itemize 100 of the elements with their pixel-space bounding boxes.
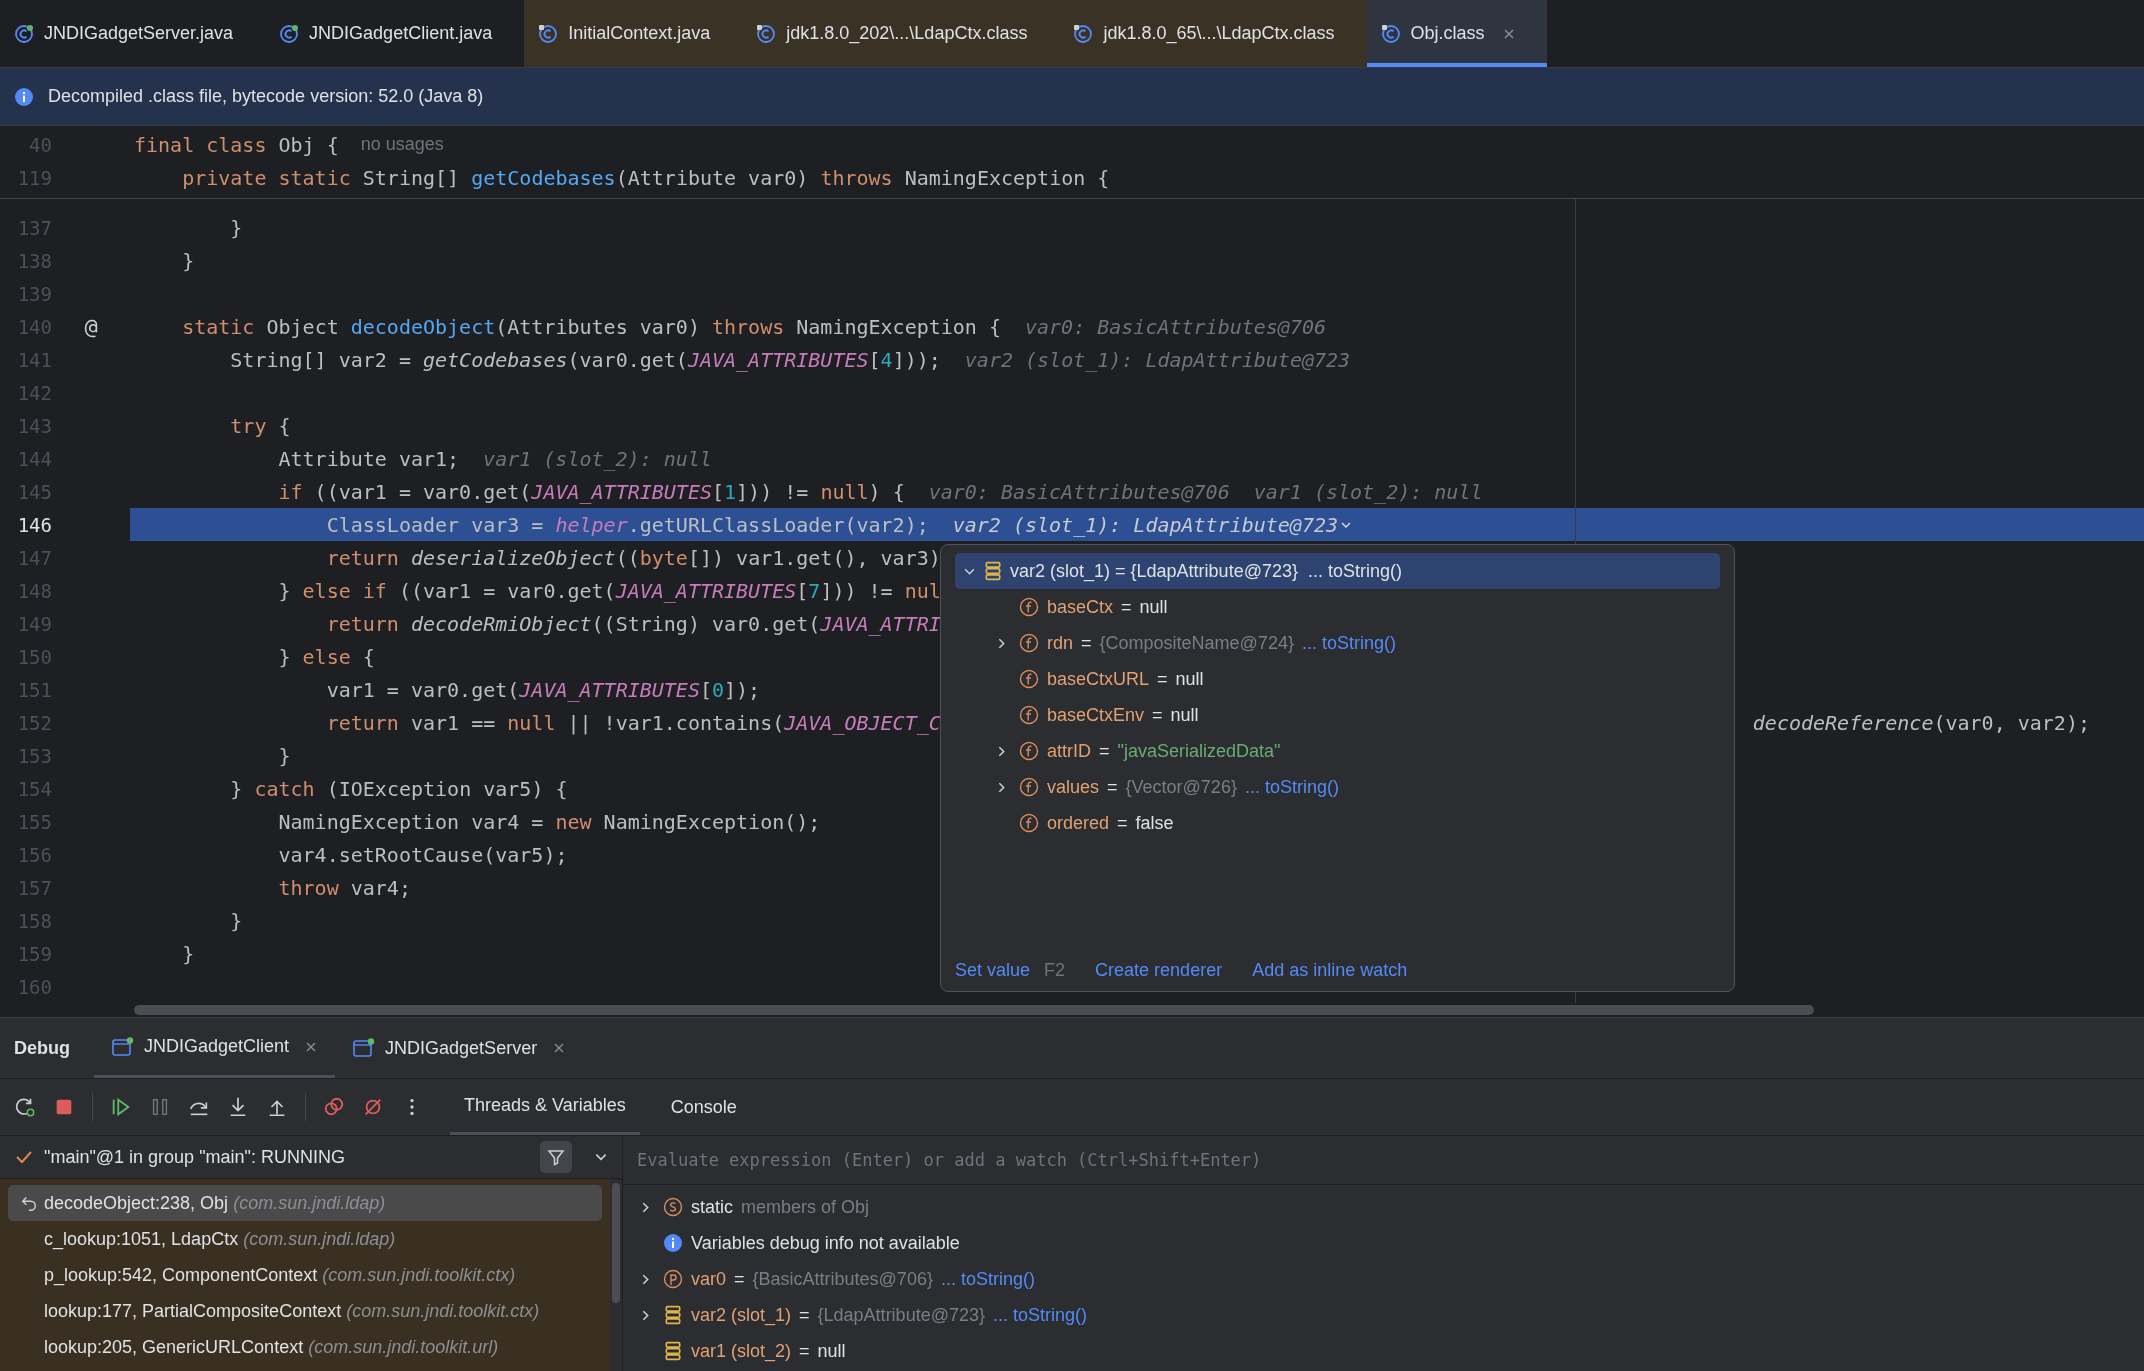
variable-name: var0 (691, 1268, 726, 1290)
implements-marker[interactable]: @ (84, 314, 98, 339)
equals-sign: = (1152, 704, 1163, 726)
code-line: return deserializeObject((byte[]) var1.get(), var3) (325, 545, 941, 570)
editor-tab[interactable]: InitialContext.java (524, 0, 743, 67)
stack-frame[interactable]: lookup:205, GenericURLContext (com.sun.jndi.toolkit.url) (8, 1329, 602, 1365)
code-line: throw var4; (277, 875, 411, 900)
equals-sign: = (1099, 740, 1110, 762)
to-string-link[interactable]: ... toString() (940, 1268, 1035, 1290)
to-string-link[interactable]: ... toString() (1301, 632, 1396, 654)
editor-tab[interactable]: jdk1.8.0_65\...\LdapCtx.class (1059, 0, 1367, 67)
editor-tab[interactable]: JNDIGadgetServer.java (0, 0, 266, 67)
field-icon (1019, 669, 1039, 689)
code-line: ClassLoader var3 = helper.getURLClassLoader(var2); (325, 512, 929, 537)
code-line: var4.setRootCause(var5); (277, 842, 568, 867)
filter-icon (546, 1147, 566, 1167)
field-value: null (1175, 668, 1204, 690)
close-icon[interactable] (553, 1042, 566, 1054)
equals-sign: = (1157, 668, 1168, 690)
return-arrow-icon (20, 1194, 38, 1212)
evaluate-expression-field[interactable]: Evaluate expression (Enter) or add a watch (Ctrl+Shift+Enter) (635, 1149, 2139, 1171)
variable-name: var1 (slot_2) (691, 1340, 792, 1362)
banner-text: Decompiled .class file, bytecode version: 52.0 (Java 8) (48, 86, 484, 107)
mute-breakpoints-icon[interactable] (362, 1096, 384, 1118)
code-line: try { (229, 413, 291, 438)
resume-icon[interactable] (110, 1096, 132, 1118)
inline-value-hint: var2 (slot_1): LdapAttribute@723 (964, 347, 1351, 372)
variable-entry: var2 (slot_1) = {LdapAttribute@723} ... toString() (1010, 560, 1402, 582)
field-icon (1019, 633, 1039, 653)
info-icon (663, 1233, 683, 1253)
code-line: return decodeRmiObject((String) var0.get(JAVA_ATTRI (325, 611, 941, 636)
compiled-class-icon (538, 23, 559, 44)
popup-action-link[interactable]: Create renderer (1095, 960, 1223, 981)
filter-button[interactable] (540, 1141, 572, 1173)
view-tab[interactable]: Threads & Variables (450, 1079, 640, 1135)
field-name: baseCtxEnv (1047, 704, 1145, 726)
rerun-icon[interactable] (14, 1096, 36, 1118)
code-line: String[] var2 = getCodebases(var0.get(JAVA_ATTRIBUTES[4])); (229, 347, 941, 372)
code-line: } (181, 941, 195, 966)
to-string-link[interactable]: ... toString() (1244, 776, 1339, 798)
inline-value-hint: var1 (slot_2): null (1253, 479, 1483, 504)
variable-value: {LdapAttribute@723} (817, 1304, 985, 1326)
variable-value: null (817, 1340, 846, 1362)
view-tab[interactable]: Console (656, 1079, 751, 1135)
popup-root-row[interactable]: var2 (slot_1) = {LdapAttribute@723} ... toString() (955, 553, 1720, 589)
static-icon (663, 1197, 683, 1217)
session-tab[interactable]: JNDIGadgetServer (335, 1018, 584, 1078)
variable-stack-icon (663, 1341, 683, 1361)
field-value: {CompositeName@724} (1099, 632, 1294, 654)
field-icon (1019, 813, 1039, 833)
field-name: baseCtx (1047, 596, 1114, 618)
compiled-class-icon (756, 23, 777, 44)
variable-value: {BasicAttributes@706} (752, 1268, 933, 1290)
field-value: "javaSerializedData" (1117, 740, 1281, 762)
code-line: } (229, 908, 243, 933)
variable-detail: members of Obj (741, 1196, 870, 1218)
stack-frame[interactable]: decodeObject:238, Obj (com.sun.jndi.ldap) (8, 1185, 602, 1221)
editor-tab[interactable]: JNDIGadgetClient.java (265, 0, 525, 67)
field-name: rdn (1047, 632, 1073, 654)
editor-tab[interactable]: Obj.class (1366, 0, 1547, 67)
code-line: } else { (277, 644, 375, 669)
close-icon[interactable] (1502, 27, 1515, 40)
breakpoints-icon[interactable] (323, 1096, 345, 1118)
shortcut-hint: F2 (1044, 960, 1066, 981)
code-line: } catch (IOException var5) { (229, 776, 568, 801)
code-line: var1 = var0.get(JAVA_ATTRIBUTES[0]); (325, 677, 761, 702)
compiled-class-icon (1073, 23, 1094, 44)
vertical-scrollbar[interactable] (612, 1183, 620, 1303)
session-tab[interactable]: JNDIGadgetClient (94, 1018, 336, 1078)
code-line: private static String[] getCodebases(Attribute var0) throws NamingException { (181, 165, 1110, 190)
thread-selector[interactable]: "main"@1 in group "main": RUNNING (44, 1146, 530, 1168)
equals-sign: = (734, 1268, 745, 1290)
field-name: ordered (1047, 812, 1110, 834)
code-line: } (229, 215, 243, 240)
popup-action-link[interactable]: Add as inline watch (1252, 960, 1408, 981)
code-line: return var1 == null || !var1.contains(JAVA_OBJECT_C (325, 710, 941, 735)
equals-sign: = (1121, 596, 1132, 618)
horizontal-scrollbar[interactable] (134, 1005, 1814, 1015)
to-string-link[interactable]: ... toString() (992, 1304, 1087, 1326)
inline-value-dropdown[interactable]: var2 (slot_1): LdapAttribute@723 (952, 512, 1353, 537)
code-line: } (277, 743, 291, 768)
code-line: final class Obj { (134, 132, 339, 157)
variable-stack-icon (663, 1305, 683, 1325)
equals-sign: = (1081, 632, 1092, 654)
stack-frame[interactable]: lookup:177, PartialCompositeContext (com.sun.jndi.toolkit.ctx) (8, 1293, 602, 1329)
code-line: } (181, 248, 195, 273)
compiled-class-icon (1380, 23, 1401, 44)
window-icon (112, 1036, 134, 1057)
equals-sign: = (799, 1304, 810, 1326)
code-line: static Object decodeObject(Attributes var0) throws NamingException { (181, 314, 1001, 339)
stack-frame[interactable]: p_lookup:542, ComponentContext (com.sun.jndi.toolkit.ctx) (8, 1257, 602, 1293)
info-icon (14, 86, 34, 107)
code-line: decodeReference(var0, var2); (1752, 710, 2091, 735)
close-icon[interactable] (305, 1040, 318, 1053)
stack-frame[interactable]: c_lookup:1051, LdapCtx (com.sun.jndi.ldap) (8, 1221, 602, 1257)
popup-action-link[interactable]: Set value (955, 960, 1031, 981)
field-value: null (1170, 704, 1199, 726)
editor-tab[interactable]: jdk1.8.0_202\...\LdapCtx.class (742, 0, 1060, 67)
field-icon (1019, 597, 1039, 617)
equals-sign: = (1107, 776, 1118, 798)
